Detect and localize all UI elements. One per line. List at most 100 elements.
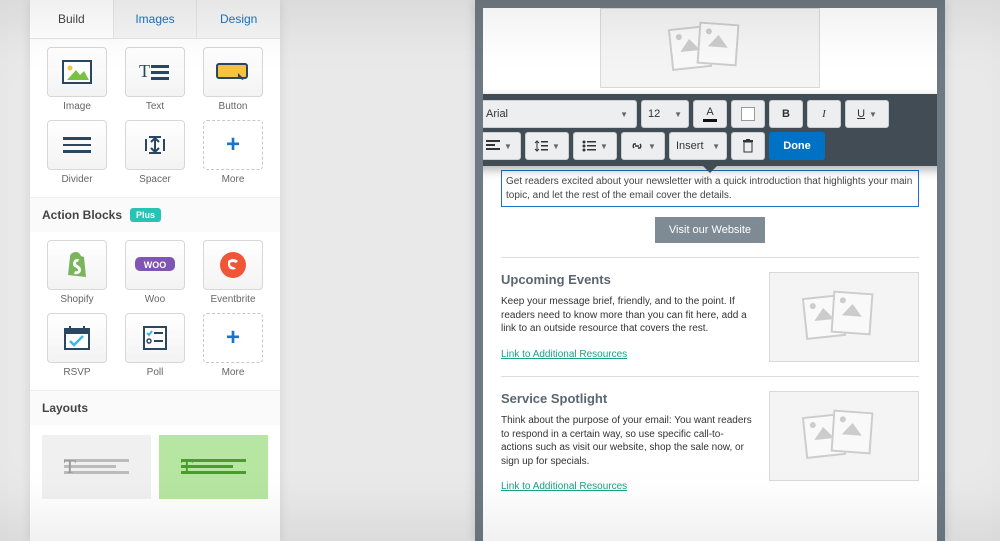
button-icon (216, 61, 250, 83)
layouts-title: Layouts (42, 401, 88, 415)
sidebar: Build Images Design Image T Text (30, 0, 280, 541)
block-shopify[interactable]: Shopify (42, 240, 112, 305)
block-rsvp-label: RSVP (63, 367, 90, 378)
intro-text-block[interactable]: Get readers excited about your newslette… (501, 170, 919, 207)
done-button[interactable]: Done (769, 132, 825, 160)
section-title[interactable]: Service Spotlight (501, 391, 753, 406)
link-icon (630, 140, 644, 152)
layout-option-1[interactable]: T (42, 435, 151, 499)
canvas-area: Arial▼ 12▼ A B I U▼ ▼ (290, 0, 1000, 541)
font-size-select[interactable]: 12▼ (641, 100, 689, 128)
chevron-down-icon: ▼ (620, 110, 628, 119)
layouts-panel: T T (30, 425, 280, 509)
line-spacing-button[interactable]: ▼ (525, 132, 569, 160)
section-link[interactable]: Link to Additional Resources (501, 481, 627, 492)
section-service-spotlight: Service Spotlight Think about the purpos… (501, 391, 919, 494)
font-family-select[interactable]: Arial▼ (483, 100, 637, 128)
block-poll[interactable]: Poll (120, 313, 190, 378)
svg-text:T: T (139, 61, 150, 81)
block-divider-label: Divider (61, 174, 92, 185)
block-button[interactable]: Button (198, 47, 268, 112)
layout-option-2[interactable]: T (159, 435, 268, 499)
delete-button[interactable] (731, 132, 765, 160)
section-image-placeholder[interactable] (769, 272, 919, 362)
text-toolbar: Arial▼ 12▼ A B I U▼ ▼ (483, 94, 937, 166)
block-eventbrite[interactable]: Eventbrite (198, 240, 268, 305)
poll-icon (142, 325, 168, 351)
block-divider[interactable]: Divider (42, 120, 112, 185)
tab-design[interactable]: Design (197, 0, 280, 38)
trash-icon (742, 139, 754, 153)
section-title[interactable]: Upcoming Events (501, 272, 753, 287)
text-icon: T (139, 61, 171, 83)
block-image-label: Image (63, 101, 91, 112)
align-button[interactable]: ▼ (483, 132, 521, 160)
chevron-down-icon: ▼ (869, 110, 877, 119)
email-canvas[interactable]: Arial▼ 12▼ A B I U▼ ▼ (483, 8, 937, 541)
bold-icon: B (782, 108, 790, 120)
svg-text:WOO: WOO (144, 260, 167, 270)
italic-button[interactable]: I (807, 100, 841, 128)
section-body[interactable]: Think about the purpose of your email: Y… (501, 414, 753, 468)
eventbrite-icon (219, 251, 247, 279)
text-color-button[interactable]: A (693, 100, 727, 128)
divider-icon (61, 135, 93, 155)
chevron-down-icon: ▼ (600, 142, 608, 151)
block-woo[interactable]: WOO Woo (120, 240, 190, 305)
chevron-down-icon: ▼ (712, 142, 720, 151)
tab-build[interactable]: Build (30, 0, 114, 38)
section-link[interactable]: Link to Additional Resources (501, 349, 627, 360)
cta-button[interactable]: Visit our Website (655, 217, 765, 243)
divider (501, 257, 919, 258)
bold-button[interactable]: B (769, 100, 803, 128)
block-spacer-label: Spacer (139, 174, 171, 185)
section-body[interactable]: Keep your message brief, friendly, and t… (501, 295, 753, 336)
bg-color-button[interactable] (731, 100, 765, 128)
block-more-label: More (222, 174, 245, 185)
tab-images[interactable]: Images (114, 0, 198, 38)
block-rsvp[interactable]: RSVP (42, 313, 112, 378)
app-root: Build Images Design Image T Text (0, 0, 1000, 541)
blocks-panel: Image T Text Button (30, 39, 280, 197)
action-blocks-header: Action Blocks Plus (30, 197, 280, 232)
block-text-label: Text (146, 101, 164, 112)
block-spacer[interactable]: Spacer (120, 120, 190, 185)
plus-icon: + (226, 324, 240, 352)
block-woo-label: Woo (145, 294, 165, 305)
bg-color-icon (741, 107, 755, 121)
spacer-icon (139, 133, 171, 157)
chevron-down-icon: ▼ (504, 142, 512, 151)
block-action-more[interactable]: + More (198, 313, 268, 378)
chevron-down-icon: ▼ (648, 142, 656, 151)
insert-menu[interactable]: Insert▼ (669, 132, 727, 160)
woo-icon: WOO (135, 255, 175, 275)
action-blocks-title: Action Blocks (42, 208, 122, 222)
align-left-icon (486, 140, 500, 152)
block-eventbrite-label: Eventbrite (210, 294, 255, 305)
list-button[interactable]: ▼ (573, 132, 617, 160)
email-frame: Arial▼ 12▼ A B I U▼ ▼ (475, 0, 945, 541)
link-button[interactable]: ▼ (621, 132, 665, 160)
action-blocks-panel: Shopify WOO Woo Eventbrite (30, 232, 280, 390)
plus-icon: + (226, 131, 240, 159)
hero-image-placeholder[interactable] (600, 8, 820, 88)
image-icon (62, 60, 92, 84)
section-upcoming-events: Upcoming Events Keep your message brief,… (501, 272, 919, 362)
list-icon (582, 140, 596, 152)
block-shopify-label: Shopify (60, 294, 93, 305)
block-poll-label: Poll (147, 367, 164, 378)
chevron-down-icon: ▼ (674, 110, 682, 119)
layouts-header: Layouts (30, 390, 280, 425)
block-image[interactable]: Image (42, 47, 112, 112)
underline-button[interactable]: U▼ (845, 100, 889, 128)
underline-icon: U (857, 108, 865, 120)
block-action-more-label: More (222, 367, 245, 378)
block-text[interactable]: T Text (120, 47, 190, 112)
plus-badge: Plus (130, 208, 161, 222)
shopify-icon (64, 251, 90, 279)
block-more[interactable]: + More (198, 120, 268, 185)
sidebar-tabs: Build Images Design (30, 0, 280, 39)
section-image-placeholder[interactable] (769, 391, 919, 481)
text-color-icon: A (706, 107, 713, 118)
italic-icon: I (822, 108, 826, 120)
